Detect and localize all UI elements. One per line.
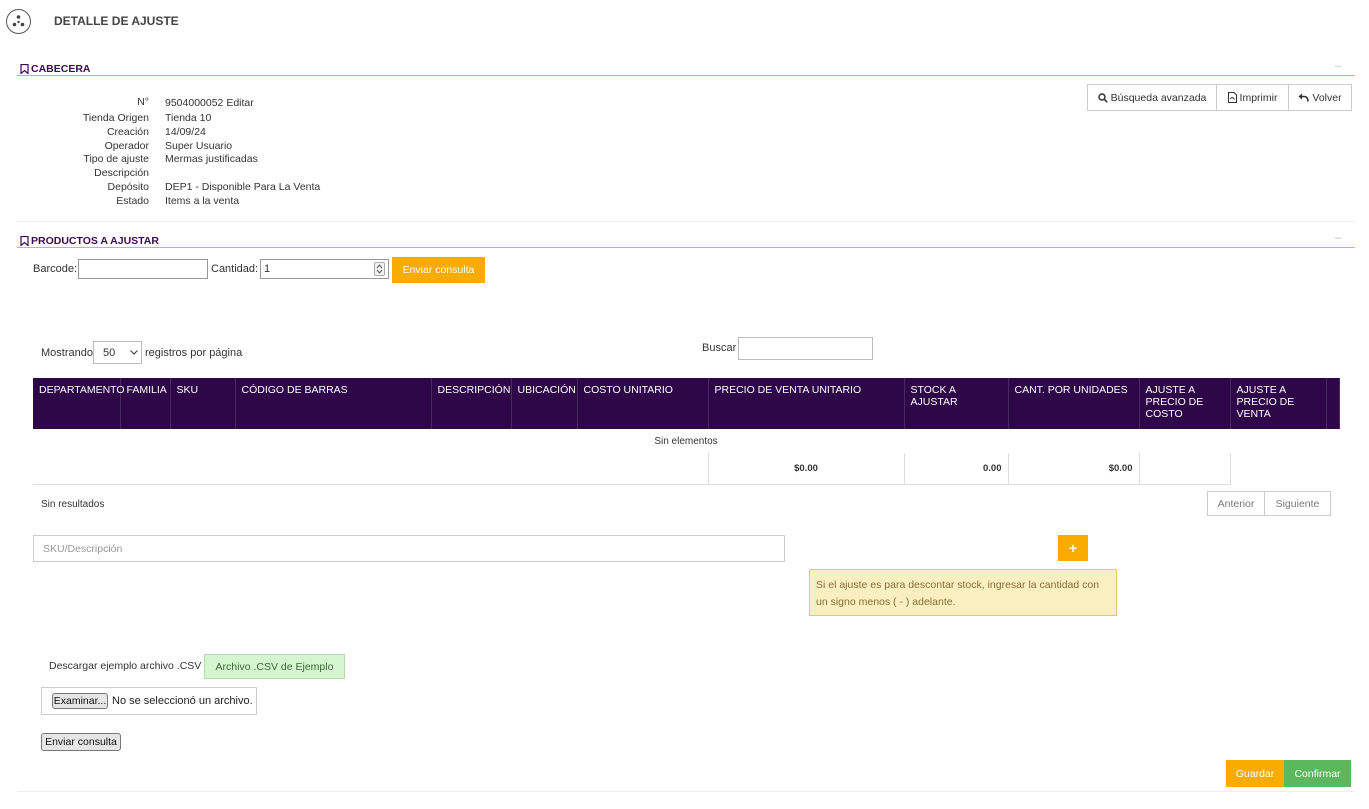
- empty-row: Sin elementos: [33, 429, 1339, 453]
- table-header-row: DEPARTAMENTO FAMILIA SKU CÓDIGO DE BARRA…: [33, 378, 1340, 429]
- sku-search-input[interactable]: SKU/Descripción: [33, 535, 785, 562]
- column-header[interactable]: COSTO UNITARIO: [577, 378, 709, 429]
- page-size-select[interactable]: 50: [93, 341, 142, 364]
- pagination-info: Sin resultados: [41, 499, 105, 510]
- info-alert: Si el ajuste es para descontar stock, in…: [809, 569, 1117, 616]
- print-button[interactable]: Imprimir: [1216, 84, 1289, 111]
- column-header[interactable]: AJUSTE A PRECIO DE VENTA: [1230, 378, 1327, 429]
- total-precio-venta: $0.00: [707, 453, 905, 485]
- productos-section-header[interactable]: PRODUCTOS A AJUSTAR –: [17, 232, 1355, 248]
- column-header[interactable]: CANT. POR UNIDADES: [1008, 378, 1140, 429]
- search-label: Buscar: [702, 342, 737, 354]
- section-title: CABECERA: [31, 63, 91, 75]
- collapse-icon[interactable]: –: [1335, 232, 1341, 244]
- field-label: Tienda Origen: [82, 112, 149, 124]
- adjust-number: 9504000052: [165, 97, 224, 109]
- total-cant-unidades: $0.00: [1008, 453, 1140, 485]
- csv-submit-button[interactable]: Enviar consulta: [41, 733, 121, 751]
- page-size-value: 50: [103, 346, 116, 359]
- csv-example-button[interactable]: Archivo .CSV de Ejemplo: [204, 654, 345, 679]
- bookmark-icon: [20, 236, 29, 246]
- field-value: 9504000052 Editar: [165, 97, 254, 109]
- reply-icon: [1298, 93, 1310, 102]
- field-value: Items a la venta: [165, 195, 240, 207]
- field-label: Tipo de ajuste: [83, 153, 149, 165]
- table-search-input[interactable]: [738, 337, 873, 360]
- cabecera-section-header[interactable]: CABECERA –: [17, 60, 1355, 76]
- browse-button[interactable]: Examinar...: [52, 693, 108, 709]
- section-title: PRODUCTOS A AJUSTAR: [31, 235, 159, 247]
- csv-download-label: Descargar ejemplo archivo .CSV: [49, 660, 202, 672]
- column-header[interactable]: DEPARTAMENTO: [33, 378, 125, 429]
- column-header[interactable]: DESCRIPCIÓN: [431, 378, 512, 429]
- column-header[interactable]: AJUSTE A PRECIO DE COSTO: [1139, 378, 1231, 429]
- save-button[interactable]: Guardar: [1226, 760, 1284, 787]
- no-file-text: No se seleccionó un archivo.: [112, 695, 253, 707]
- advanced-search-button[interactable]: Búsqueda avanzada: [1087, 84, 1217, 111]
- file-input[interactable]: Examinar... No se seleccionó un archivo.: [41, 687, 257, 715]
- field-value: DEP1 - Disponible Para La Venta: [165, 181, 321, 193]
- totals-row: $0.00 0.00 $0.00: [33, 453, 1339, 485]
- barcode-submit-button[interactable]: Enviar consulta: [392, 257, 485, 283]
- edit-link[interactable]: Editar: [226, 97, 253, 109]
- divider: [17, 791, 1355, 792]
- back-label: Volver: [1312, 91, 1342, 104]
- field-label: Estado: [116, 195, 149, 207]
- empty-message: Sin elementos: [654, 435, 718, 447]
- field-label: N°: [137, 96, 149, 108]
- cantidad-input[interactable]: 1: [260, 259, 389, 279]
- flower-icon: [12, 15, 25, 27]
- field-value: Tienda 10: [165, 112, 212, 124]
- column-header[interactable]: UBICACIÓN: [511, 378, 578, 429]
- divider: [17, 221, 1355, 222]
- pagination: Anterior Siguiente: [1207, 491, 1331, 516]
- showing-label: Mostrando: [41, 347, 93, 359]
- prev-page-button[interactable]: Anterior: [1207, 491, 1265, 516]
- field-label: Depósito: [107, 181, 149, 193]
- field-label: Descripción: [94, 167, 149, 179]
- barcode-label: Barcode:: [33, 263, 78, 275]
- confirm-button[interactable]: Confirmar: [1284, 760, 1351, 787]
- app-logo[interactable]: [6, 9, 31, 34]
- spinner-icon[interactable]: [374, 262, 385, 276]
- field-value: 14/09/24: [165, 126, 206, 138]
- header-actions: Búsqueda avanzada Imprimir Volver: [1087, 84, 1352, 111]
- barcode-input[interactable]: [78, 259, 208, 279]
- advanced-search-label: Búsqueda avanzada: [1110, 91, 1207, 104]
- print-label: Imprimir: [1239, 91, 1278, 104]
- column-header[interactable]: CÓDIGO DE BARRAS: [235, 378, 432, 429]
- cantidad-value: 1: [264, 263, 271, 275]
- column-header[interactable]: FAMILIA: [120, 378, 171, 429]
- column-header[interactable]: SKU: [170, 378, 236, 429]
- field-label: Operador: [104, 140, 149, 152]
- cantidad-label: Cantidad:: [211, 263, 259, 275]
- field-value: Mermas justificadas: [165, 153, 258, 165]
- field-value: Super Usuario: [165, 140, 233, 152]
- back-button[interactable]: Volver: [1288, 84, 1352, 111]
- pdf-icon: [1227, 92, 1237, 103]
- add-item-button[interactable]: +: [1058, 535, 1088, 561]
- next-page-button[interactable]: Siguiente: [1264, 491, 1331, 516]
- chevron-down-icon: [130, 350, 138, 355]
- collapse-icon[interactable]: –: [1335, 60, 1341, 72]
- column-header-filler: [1326, 378, 1340, 429]
- page-size-suffix: registros por página: [145, 347, 243, 359]
- page-title: DETALLE DE AJUSTE: [54, 14, 179, 28]
- column-header[interactable]: STOCK A AJUSTAR: [904, 378, 1009, 429]
- total-stock: 0.00: [904, 453, 1009, 485]
- search-icon: [1097, 92, 1108, 103]
- products-table: DEPARTAMENTO FAMILIA SKU CÓDIGO DE BARRA…: [33, 378, 1340, 485]
- column-header[interactable]: PRECIO DE VENTA UNITARIO: [708, 378, 905, 429]
- field-label: Creación: [106, 126, 149, 138]
- bookmark-icon: [20, 64, 29, 74]
